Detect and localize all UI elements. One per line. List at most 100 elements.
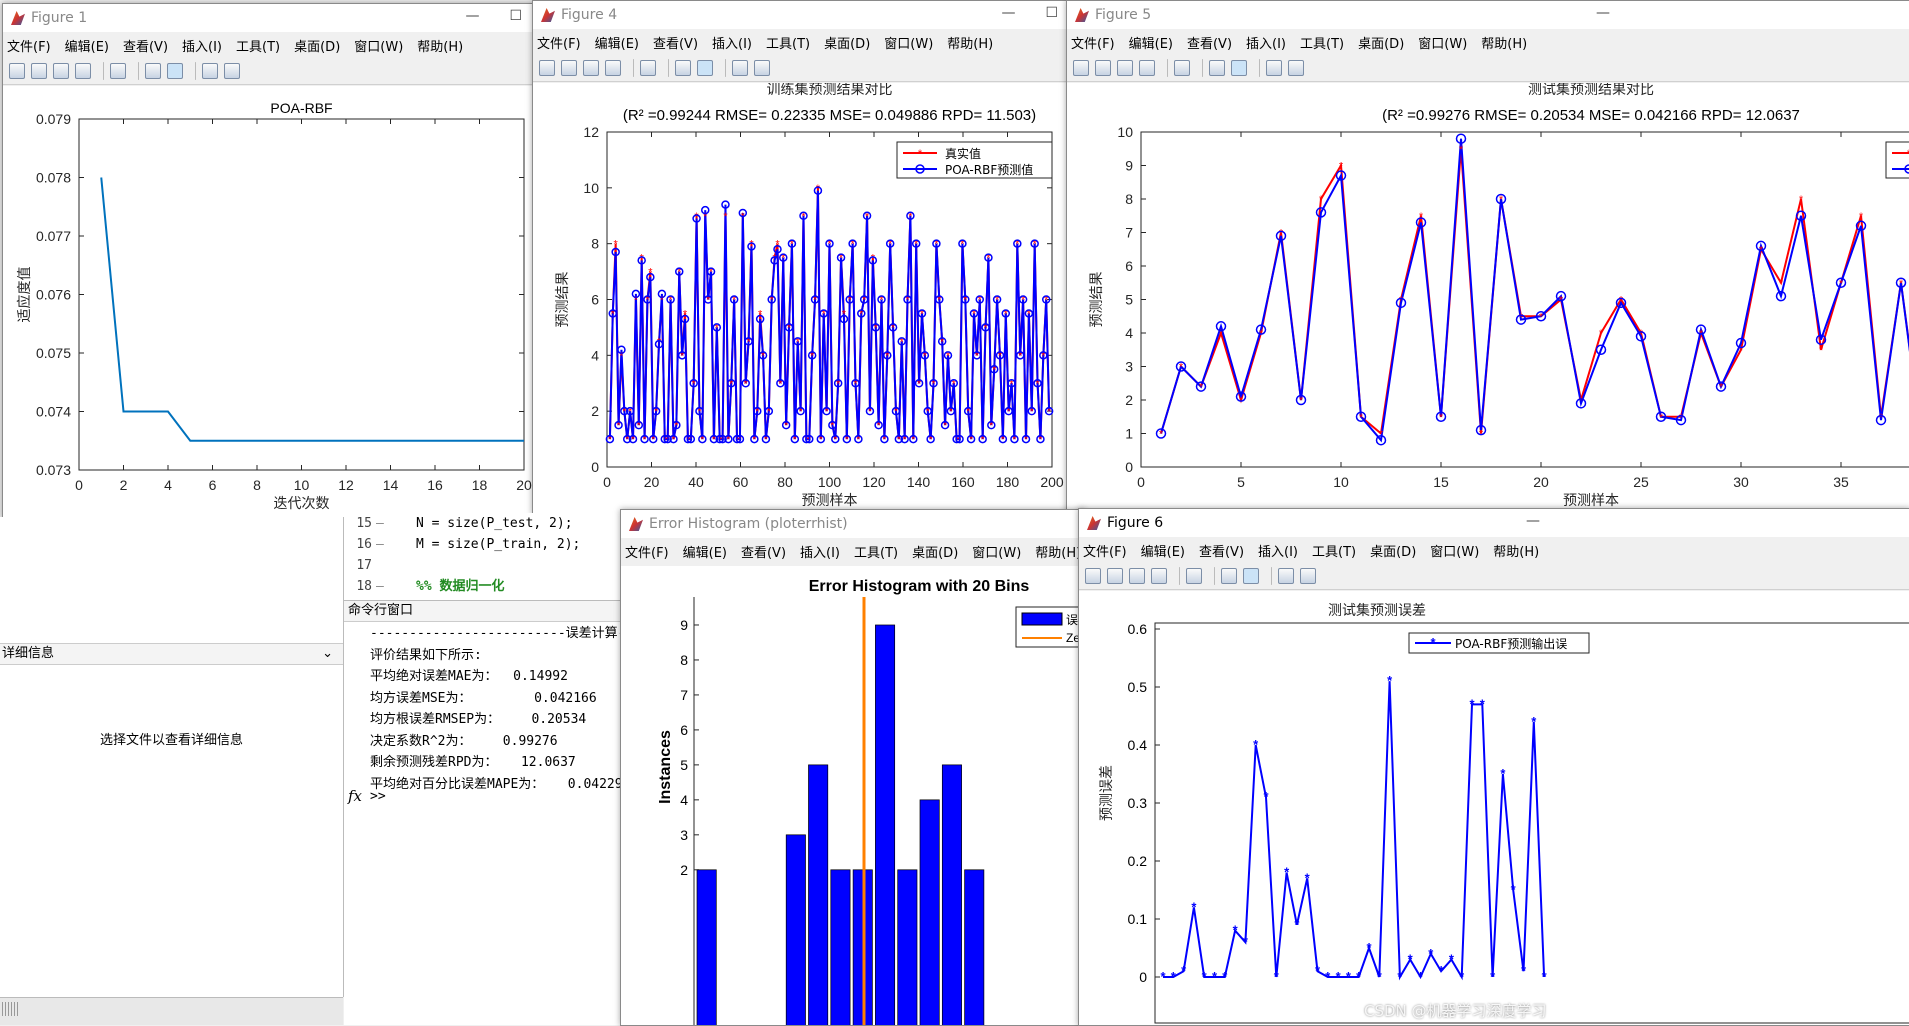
colorbar-icon[interactable] [1209, 60, 1225, 76]
figure5-window[interactable]: Figure 5 — 文件(F) 编辑(E) 查看(V) 插入(I) 工具(T) 桌面(D… [1066, 0, 1909, 515]
figure6-window[interactable]: Figure 6 — 文件(F) 编辑(E) 查看(V) 插入(I) 工具(T) 桌面(D… [1078, 508, 1909, 1026]
menu-item-5[interactable]: 桌面(D) [1370, 541, 1416, 560]
pointer-icon[interactable] [1278, 568, 1294, 584]
menu-item-1[interactable]: 编辑(E) [1129, 33, 1173, 52]
property-inspector-icon[interactable] [1300, 568, 1316, 584]
menu-item-6[interactable]: 窗口(W) [1418, 33, 1467, 52]
print-icon[interactable] [75, 63, 91, 79]
menu-item-6[interactable]: 窗口(W) [354, 36, 403, 55]
menu-item-4[interactable]: 工具(T) [236, 36, 280, 55]
errhist-titlebar[interactable]: Error Histogram (ploterrhist) [621, 510, 1084, 538]
open-file-icon[interactable] [1107, 568, 1123, 584]
save-icon[interactable] [1117, 60, 1133, 76]
open-file-icon[interactable] [561, 60, 577, 76]
editor-line[interactable]: 17 [344, 555, 620, 576]
new-file-icon[interactable] [9, 63, 25, 79]
menu-item-4[interactable]: 工具(T) [854, 542, 898, 561]
menu-item-6[interactable]: 窗口(W) [884, 33, 933, 52]
menu-item-0[interactable]: 文件(F) [1083, 541, 1127, 560]
print-icon[interactable] [1151, 568, 1167, 584]
menu-item-5[interactable]: 桌面(D) [294, 36, 340, 55]
print-icon[interactable] [605, 60, 621, 76]
menu-item-6[interactable]: 窗口(W) [972, 542, 1021, 561]
minimize-icon[interactable]: — [1526, 513, 1540, 529]
editor-line[interactable]: 15— N = size(P_test, 2); [344, 513, 620, 534]
menu-item-4[interactable]: 工具(T) [1312, 541, 1356, 560]
menu-item-7[interactable]: 帮助(H) [1493, 541, 1539, 560]
legend-icon[interactable] [1243, 568, 1259, 584]
link-icon[interactable] [110, 63, 126, 79]
minimize-icon[interactable]: — [1001, 5, 1015, 21]
menu-item-3[interactable]: 插入(I) [1258, 541, 1298, 560]
menu-item-1[interactable]: 编辑(E) [65, 36, 109, 55]
menu-item-4[interactable]: 工具(T) [1300, 33, 1344, 52]
menu-item-4[interactable]: 工具(T) [766, 33, 810, 52]
pointer-icon[interactable] [1266, 60, 1282, 76]
link-icon[interactable] [1174, 60, 1190, 76]
minimize-icon[interactable]: — [465, 8, 479, 24]
fx-icon[interactable]: fx [348, 787, 362, 805]
open-file-icon[interactable] [31, 63, 47, 79]
editor-line[interactable]: 16— M = size(P_train, 2); [344, 534, 620, 555]
editor-line[interactable]: 18—%% 数据归一化 [344, 576, 620, 597]
menu-item-2[interactable]: 查看(V) [1199, 541, 1244, 560]
menu-item-7[interactable]: 帮助(H) [947, 33, 993, 52]
property-inspector-icon[interactable] [224, 63, 240, 79]
menu-item-1[interactable]: 编辑(E) [1141, 541, 1185, 560]
figure5-titlebar[interactable]: Figure 5 — [1067, 1, 1909, 29]
minimize-icon[interactable]: — [1596, 5, 1610, 21]
link-icon[interactable] [640, 60, 656, 76]
command-prompt[interactable]: >> [370, 789, 386, 804]
property-inspector-icon[interactable] [1288, 60, 1304, 76]
pointer-icon[interactable] [732, 60, 748, 76]
errhist-window[interactable]: Error Histogram (ploterrhist) 文件(F) 编辑(E)… [620, 509, 1085, 1026]
menu-item-7[interactable]: 帮助(H) [417, 36, 463, 55]
legend-icon[interactable] [167, 63, 183, 79]
save-icon[interactable] [1129, 568, 1145, 584]
link-icon[interactable] [1186, 568, 1202, 584]
maximize-icon[interactable]: ☐ [1045, 5, 1058, 21]
menu-item-3[interactable]: 插入(I) [800, 542, 840, 561]
menu-item-5[interactable]: 桌面(D) [824, 33, 870, 52]
maximize-icon[interactable]: ☐ [509, 8, 522, 24]
legend-icon[interactable] [697, 60, 713, 76]
menu-item-1[interactable]: 编辑(E) [595, 33, 639, 52]
menu-item-0[interactable]: 文件(F) [7, 36, 51, 55]
menu-item-1[interactable]: 编辑(E) [683, 542, 727, 561]
property-inspector-icon[interactable] [754, 60, 770, 76]
pointer-icon[interactable] [202, 63, 218, 79]
figure1-titlebar[interactable]: Figure 1 — ☐ [3, 4, 532, 32]
menu-item-2[interactable]: 查看(V) [653, 33, 698, 52]
chevron-down-icon[interactable]: ⌄ [322, 644, 333, 664]
menu-item-6[interactable]: 窗口(W) [1430, 541, 1479, 560]
new-file-icon[interactable] [1073, 60, 1089, 76]
menu-item-7[interactable]: 帮助(H) [1481, 33, 1527, 52]
menu-item-5[interactable]: 桌面(D) [912, 542, 958, 561]
menu-item-7[interactable]: 帮助(H) [1035, 542, 1081, 561]
menu-item-2[interactable]: 查看(V) [1187, 33, 1232, 52]
open-file-icon[interactable] [1095, 60, 1111, 76]
menu-item-2[interactable]: 查看(V) [741, 542, 786, 561]
new-file-icon[interactable] [1085, 568, 1101, 584]
details-header[interactable]: 详细信息 ⌄ [0, 643, 343, 665]
new-file-icon[interactable] [539, 60, 555, 76]
figure6-titlebar[interactable]: Figure 6 — [1079, 509, 1909, 537]
legend-icon[interactable] [1231, 60, 1247, 76]
figure4-window[interactable]: Figure 4 — ☐ 文件(F) 编辑(E) 查看(V) 插入(I) 工具(T) 桌面(… [532, 0, 1069, 515]
colorbar-icon[interactable] [1221, 568, 1237, 584]
colorbar-icon[interactable] [145, 63, 161, 79]
menu-item-2[interactable]: 查看(V) [123, 36, 168, 55]
menu-item-3[interactable]: 插入(I) [712, 33, 752, 52]
menu-item-0[interactable]: 文件(F) [625, 542, 669, 561]
figure4-titlebar[interactable]: Figure 4 — ☐ [533, 1, 1068, 29]
print-icon[interactable] [1139, 60, 1155, 76]
resize-grip-icon[interactable] [2, 1002, 20, 1016]
command-window[interactable]: 命令行窗口 -------------------------误差计算---- 评… [344, 600, 649, 1025]
save-icon[interactable] [53, 63, 69, 79]
colorbar-icon[interactable] [675, 60, 691, 76]
menu-item-5[interactable]: 桌面(D) [1358, 33, 1404, 52]
code-editor[interactable]: 15— N = size(P_test, 2); 16— M = size(P_tra… [344, 513, 620, 600]
menu-item-3[interactable]: 插入(I) [1246, 33, 1286, 52]
menu-item-0[interactable]: 文件(F) [1071, 33, 1115, 52]
menu-item-3[interactable]: 插入(I) [182, 36, 222, 55]
